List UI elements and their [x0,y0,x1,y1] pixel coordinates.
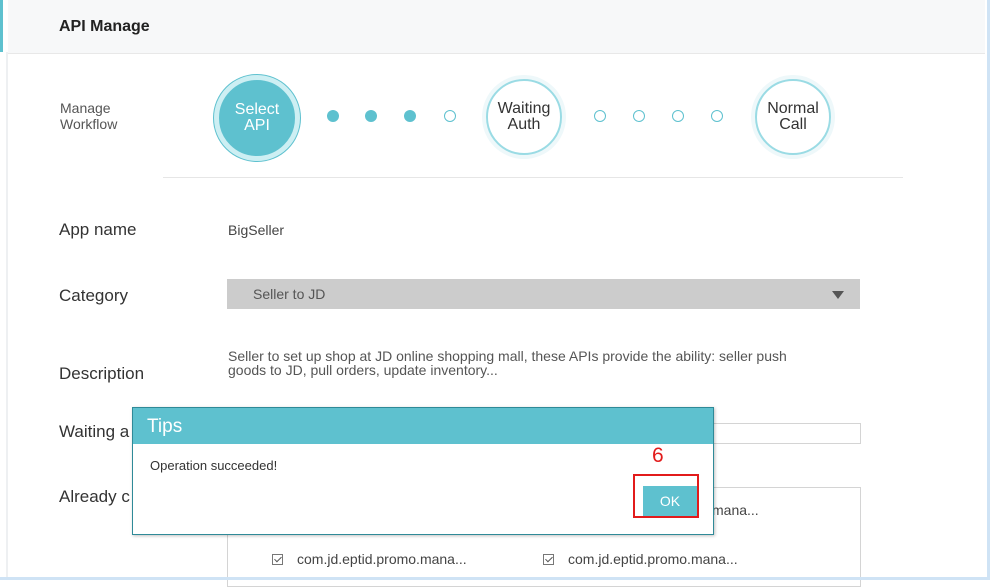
description-line1: Seller to set up shop at JD online shopp… [228,348,787,364]
left-divider [6,52,8,580]
step-waiting-auth-line2: Auth [507,116,541,133]
api-list-item[interactable]: com.jd.eptid.promo.mana... [543,551,738,567]
description-line2: goods to JD, pull orders, update invento… [228,362,498,378]
api-list-item[interactable]: com.jd.eptid.promo.mana... [272,551,467,567]
description-label: Description [59,364,145,383]
checkbox-checked-icon[interactable] [543,554,554,565]
workflow-divider [163,177,903,178]
active-nav-indicator [0,0,3,52]
app-name-label: App name [59,220,137,239]
tips-dialog: Tips Operation succeeded! OK [132,407,714,535]
page-title: API Manage [59,18,150,35]
progress-dot-filled [404,110,416,122]
step-normal-call-line2: Call [779,116,807,133]
dialog-header: Tips [133,408,713,444]
category-select[interactable]: Seller to JD [227,279,860,309]
progress-dot-filled [327,110,339,122]
annotation-step-number: 6 [652,444,664,467]
step-select-api-line2: API [244,117,270,134]
workflow-label-line2: Workflow [60,116,118,132]
category-label: Category [59,286,128,305]
step-normal-call-line1: Normal [767,100,819,117]
workflow-label-line1: Manage [60,100,111,116]
chevron-down-icon [832,291,844,299]
step-select-api: Select API [214,75,300,161]
step-waiting-auth: Waiting Auth [486,79,562,155]
workflow-label: Manage Workflow [60,100,150,132]
description-text: Seller to set up shop at JD online shopp… [228,349,868,377]
waiting-auth-field[interactable] [704,423,861,444]
page-header: API Manage [8,0,985,54]
dialog-title: Tips [147,416,183,437]
step-normal-call: Normal Call [755,79,831,155]
already-authorized-label: Already c [59,487,130,506]
dialog-message: Operation succeeded! [150,458,278,473]
step-waiting-auth-line1: Waiting [497,100,551,117]
step-select-api-line1: Select [234,101,280,118]
checkbox-checked-icon[interactable] [272,554,283,565]
progress-dot-filled [365,110,377,122]
category-select-value: Seller to JD [253,286,326,302]
progress-dot-empty [672,110,684,122]
api-item-label: com.jd.eptid.promo.mana... [297,551,467,567]
progress-dot-empty [633,110,645,122]
api-item-label: com.jd.eptid.promo.mana... [568,551,738,567]
annotation-highlight-box [633,474,699,518]
api-item-label-partial: mana... [712,502,759,518]
progress-dot-empty [711,110,723,122]
progress-dot-empty [444,110,456,122]
waiting-auth-label: Waiting a [59,422,130,441]
progress-dot-empty [594,110,606,122]
app-name-value: BigSeller [228,222,285,238]
